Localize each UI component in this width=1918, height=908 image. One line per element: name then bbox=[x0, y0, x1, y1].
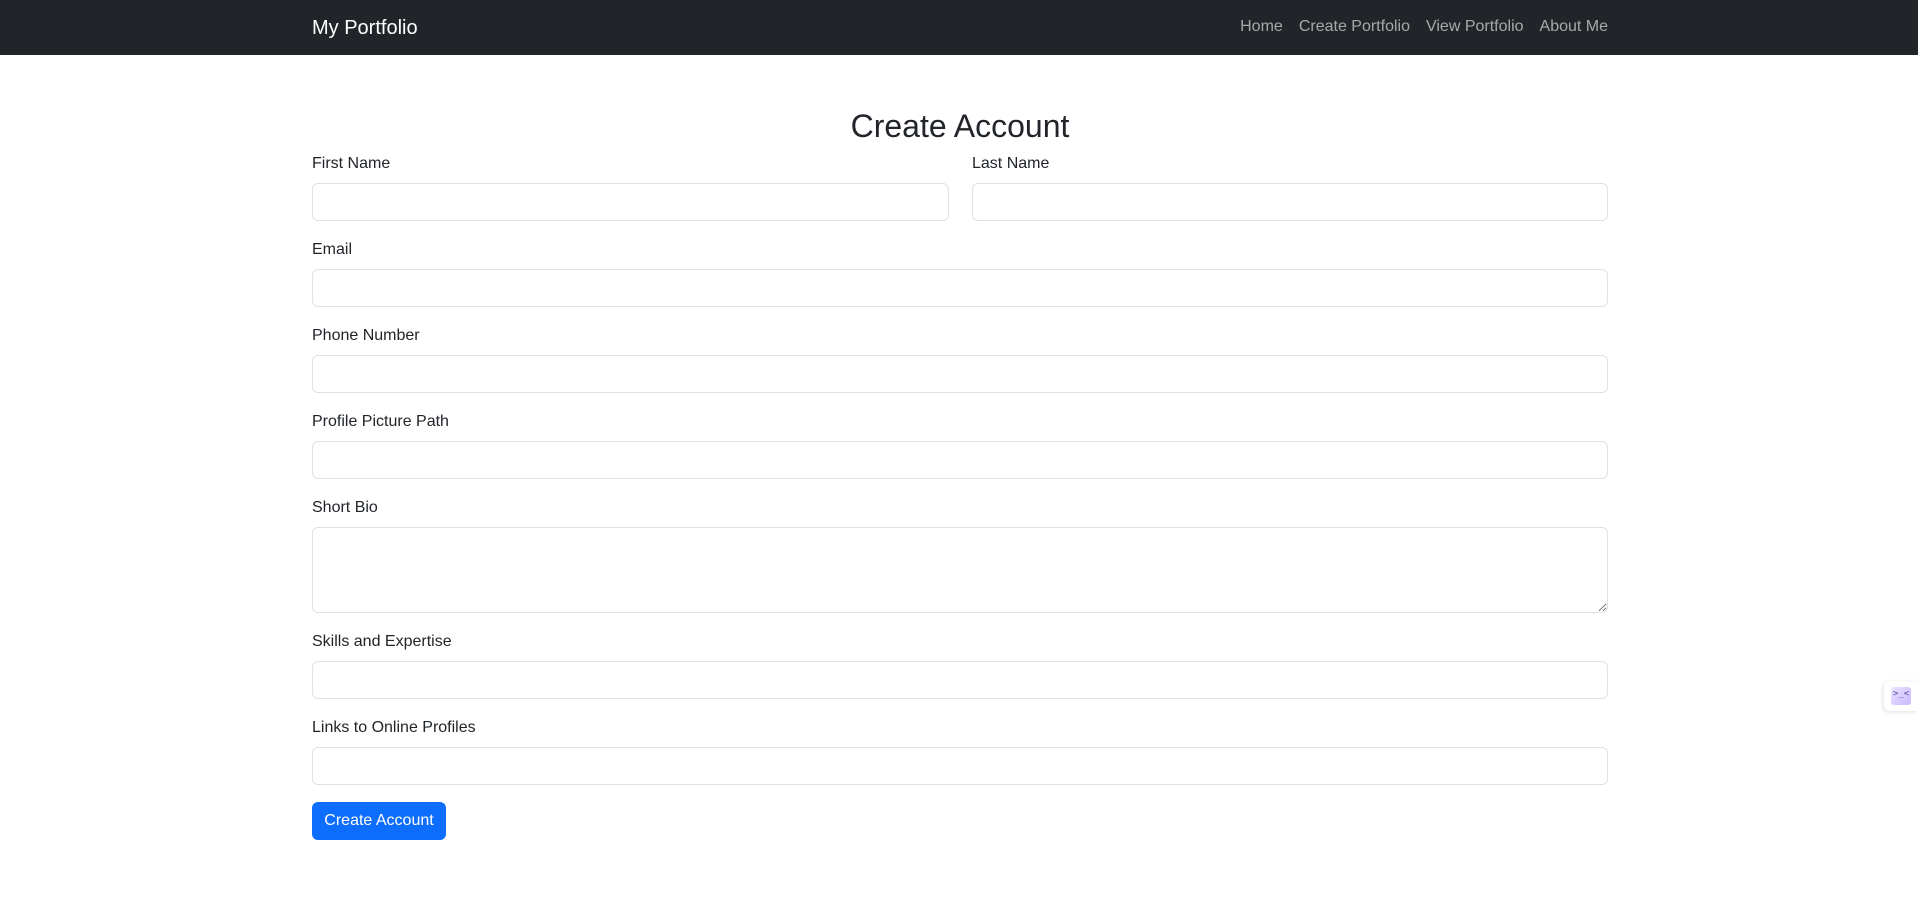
first-name-input[interactable] bbox=[312, 183, 949, 221]
phone-input[interactable] bbox=[312, 355, 1608, 393]
skills-label: Skills and Expertise bbox=[312, 633, 452, 650]
email-input[interactable] bbox=[312, 269, 1608, 307]
profile-picture-input[interactable] bbox=[312, 441, 1608, 479]
short-bio-textarea[interactable] bbox=[312, 527, 1608, 613]
nav-link-create-portfolio[interactable]: Create Portfolio bbox=[1299, 15, 1410, 39]
profile-picture-label: Profile Picture Path bbox=[312, 413, 449, 430]
brand-link[interactable]: My Portfolio bbox=[312, 14, 418, 42]
links-label: Links to Online Profiles bbox=[312, 719, 476, 736]
last-name-label: Last Name bbox=[972, 155, 1050, 172]
phone-label: Phone Number bbox=[312, 327, 420, 344]
nav-link-view-portfolio[interactable]: View Portfolio bbox=[1426, 15, 1524, 39]
links-input[interactable] bbox=[312, 747, 1608, 785]
skills-input[interactable] bbox=[312, 661, 1608, 699]
last-name-input[interactable] bbox=[972, 183, 1608, 221]
nav-link-home[interactable]: Home bbox=[1240, 15, 1283, 39]
email-label: Email bbox=[312, 241, 353, 258]
navbar: My Portfolio Home Create Portfolio View … bbox=[0, 0, 1918, 55]
side-widget[interactable]: >_< bbox=[1884, 681, 1918, 711]
first-name-label: First Name bbox=[312, 155, 391, 172]
page-title: Create Account bbox=[850, 108, 1070, 144]
short-bio-label: Short Bio bbox=[312, 499, 378, 516]
nav-link-about-me[interactable]: About Me bbox=[1540, 15, 1608, 39]
nav-links: Home Create Portfolio View Portfolio Abo… bbox=[1240, 15, 1608, 39]
create-account-button[interactable]: Create Account bbox=[312, 802, 446, 840]
terminal-icon: >_< bbox=[1891, 687, 1911, 705]
